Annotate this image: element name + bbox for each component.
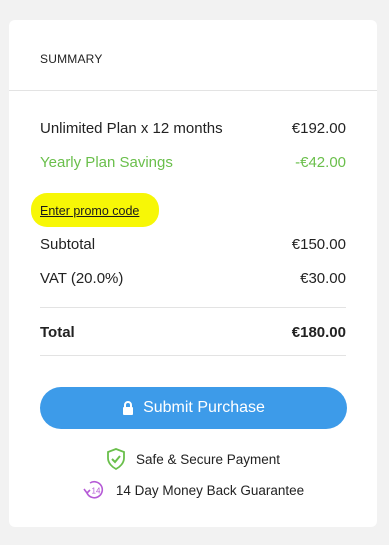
vat-row: VAT (20.0%) €30.00 [40, 270, 346, 287]
vat-amount: €30.00 [300, 270, 346, 287]
plan-label: Unlimited Plan x 12 months [40, 120, 223, 137]
savings-row: Yearly Plan Savings -€42.00 [40, 154, 346, 171]
summary-header: SUMMARY [9, 20, 377, 91]
lock-icon [122, 401, 134, 415]
secure-payment-line: Safe & Secure Payment [9, 448, 377, 470]
summary-title: SUMMARY [40, 52, 103, 66]
divider-before-total [40, 307, 346, 308]
plan-row: Unlimited Plan x 12 months €192.00 [40, 120, 346, 137]
subtotal-row: Subtotal €150.00 [40, 236, 346, 253]
secure-payment-label: Safe & Secure Payment [135, 451, 281, 467]
savings-label: Yearly Plan Savings [40, 154, 173, 171]
plan-price: €192.00 [291, 120, 346, 137]
total-amount: €180.00 [291, 324, 346, 341]
total-row: Total €180.00 [40, 324, 346, 341]
promo-code-link[interactable]: Enter promo code [40, 204, 139, 218]
shield-check-icon [106, 448, 126, 470]
guarantee-line: 14 14 Day Money Back Guarantee [9, 479, 377, 501]
total-label: Total [40, 324, 75, 341]
subtotal-amount: €150.00 [291, 236, 346, 253]
vat-label: VAT (20.0%) [40, 270, 124, 287]
money-back-14-icon: 14 [82, 479, 106, 501]
guarantee-label: 14 Day Money Back Guarantee [115, 482, 305, 498]
summary-card: SUMMARY Unlimited Plan x 12 months €192.… [9, 20, 377, 527]
subtotal-label: Subtotal [40, 236, 96, 253]
guarantee-badge-text: 14 [91, 487, 100, 496]
divider-after-total [40, 355, 346, 356]
submit-label: Submit Purchase [143, 399, 265, 416]
savings-amount: -€42.00 [295, 154, 346, 171]
submit-purchase-button[interactable]: Submit Purchase [40, 387, 347, 429]
